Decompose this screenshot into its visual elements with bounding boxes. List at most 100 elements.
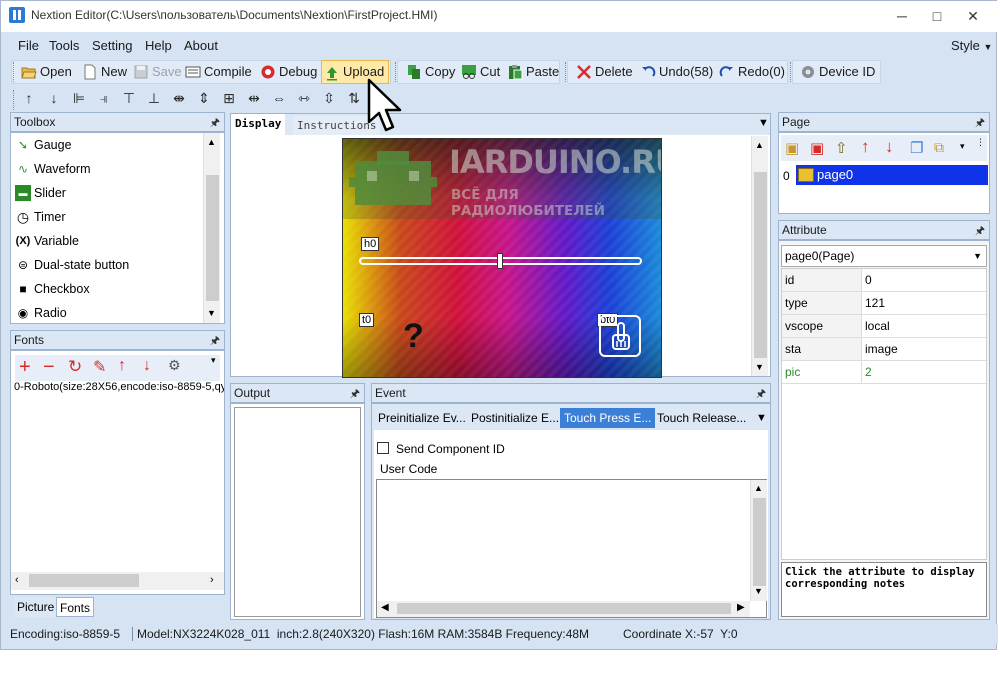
device-id-button[interactable]: Device ID — [798, 60, 875, 84]
attribute-value[interactable]: 0 — [865, 269, 872, 291]
replace-font-icon[interactable]: ↻ — [68, 357, 82, 377]
scroll-right-icon[interactable]: › — [210, 574, 214, 586]
pin-icon[interactable]: 🖈 — [756, 385, 766, 403]
add-font-icon[interactable]: + — [19, 355, 31, 379]
move-up-icon[interactable]: ↑ — [118, 357, 126, 375]
user-code-editor[interactable]: ▲ ▼ ◀ ▶ — [376, 479, 767, 618]
distribute-vertical-icon[interactable]: ⇅ — [345, 88, 363, 108]
delete-button[interactable]: Delete — [574, 60, 633, 84]
close-button[interactable]: ✕ — [956, 5, 990, 27]
move-down-icon[interactable]: ↓ — [885, 137, 894, 157]
scrollbar-thumb[interactable] — [397, 603, 731, 614]
scroll-down-icon[interactable]: ▼ — [754, 586, 763, 596]
insert-page-icon[interactable]: ⇧ — [835, 139, 848, 157]
tab-fonts[interactable]: Fonts — [56, 597, 95, 617]
same-height-icon[interactable]: ⇳ — [320, 88, 338, 108]
move-up-icon[interactable]: ↑ — [20, 88, 38, 108]
font-list-item[interactable]: 0-Roboto(size:28X56,encode:iso-8859-5,qy… — [14, 381, 224, 393]
tab-display[interactable]: Display — [231, 114, 286, 135]
output-log[interactable] — [234, 407, 361, 617]
pin-icon[interactable]: 🖈 — [350, 385, 360, 403]
scroll-up-icon[interactable]: ▲ — [755, 140, 764, 150]
code-vscrollbar[interactable]: ▲ ▼ — [750, 480, 767, 601]
scroll-up-icon[interactable]: ▲ — [754, 483, 763, 493]
font-generator-icon[interactable]: ⚙ — [168, 357, 181, 374]
scroll-left-icon[interactable]: ◀ — [381, 602, 389, 613]
save-button[interactable]: Save — [131, 60, 182, 84]
distribute-horizontal-icon[interactable]: ⇔ — [270, 88, 288, 108]
align-top-icon[interactable]: ⊤ — [120, 88, 138, 108]
attribute-value[interactable]: local — [865, 315, 890, 337]
page-list-item-page0[interactable]: page0 — [796, 165, 988, 185]
pin-icon[interactable]: 🖈 — [210, 114, 220, 132]
pin-icon[interactable]: 🖈 — [975, 114, 985, 132]
slider-thumb[interactable] — [497, 253, 503, 269]
toolbox-item-dual-state-button[interactable]: ⊜ Dual-state button — [15, 255, 129, 275]
tab-touch-release-event[interactable]: Touch Release... — [654, 408, 749, 428]
scrollbar-thumb[interactable] — [753, 498, 766, 586]
new-button[interactable]: New — [80, 60, 127, 84]
attribute-row-type[interactable]: type 121 — [782, 292, 988, 315]
menu-setting[interactable]: Setting — [92, 38, 132, 53]
remove-font-icon[interactable]: − — [43, 355, 55, 379]
copy-button[interactable]: Copy — [404, 60, 455, 84]
align-left-icon[interactable]: ⊫ — [70, 88, 88, 108]
menu-file[interactable]: File — [18, 38, 39, 53]
move-down-icon[interactable]: ↓ — [45, 88, 63, 108]
attribute-value[interactable]: 2 — [865, 361, 872, 383]
redo-button[interactable]: Redo(0) — [717, 60, 785, 84]
toolbox-item-slider[interactable]: ▬ Slider — [15, 183, 66, 203]
scroll-down-icon[interactable]: ▼ — [207, 308, 216, 318]
tab-postinitialize-event[interactable]: Postinitialize E... — [468, 408, 562, 428]
hmi-page-canvas[interactable]: IARDUINO.RU ВСЁ ДЛЯ РАДИОЛЮБИТЕЛЕЙ h0 t0… — [342, 138, 662, 378]
toolbox-item-checkbox[interactable]: ■ Checkbox — [15, 279, 89, 299]
fonts-toolbar-overflow-icon[interactable]: ▾ — [211, 355, 216, 366]
tab-preinitialize-event[interactable]: Preinitialize Ev... — [375, 408, 469, 428]
dual-state-button-bt0[interactable] — [599, 315, 641, 357]
paste-button[interactable]: Paste — [505, 60, 559, 84]
scroll-down-icon[interactable]: ▼ — [755, 362, 764, 372]
tab-touch-press-event[interactable]: Touch Press E... — [560, 408, 656, 428]
menu-about[interactable]: About — [184, 38, 218, 53]
pin-icon[interactable]: 🖈 — [975, 222, 985, 240]
import-page-icon[interactable]: ⧉ — [934, 139, 944, 156]
add-page-icon[interactable]: ▣ — [785, 139, 799, 157]
scroll-left-icon[interactable]: ‹ — [15, 574, 19, 586]
open-button[interactable]: Open — [19, 60, 72, 84]
send-component-id-checkbox[interactable] — [377, 442, 389, 454]
attribute-value[interactable]: 121 — [865, 292, 885, 314]
tab-picture[interactable]: Picture — [14, 597, 58, 617]
attribute-row-pic[interactable]: pic 2 — [782, 361, 988, 384]
undo-button[interactable]: Undo(58) — [638, 60, 713, 84]
tab-dropdown-icon[interactable]: ▼ — [758, 117, 769, 129]
align-right-icon[interactable]: ⫣ — [95, 88, 113, 108]
move-down-icon[interactable]: ↓ — [143, 357, 151, 375]
copy-page-icon[interactable]: ❐ — [910, 139, 923, 157]
attribute-row-sta[interactable]: sta image — [782, 338, 988, 361]
attribute-object-select[interactable]: page0(Page) ▼ — [781, 245, 987, 267]
center-horizontal-icon[interactable]: ⇼ — [170, 88, 188, 108]
distribute-spacing-icon[interactable]: ⇿ — [295, 88, 313, 108]
center-vertical-icon[interactable]: ⇕ — [195, 88, 213, 108]
toolbox-item-variable[interactable]: (X) Variable — [15, 231, 79, 251]
toolbox-item-radio[interactable]: ◉ Radio — [15, 303, 67, 323]
pin-icon[interactable]: 🖈 — [210, 332, 220, 350]
page-toolbar-dropdown-icon[interactable]: ▾ — [960, 141, 965, 152]
move-up-icon[interactable]: ↑ — [861, 137, 870, 157]
attribute-row-id[interactable]: id 0 — [782, 269, 988, 292]
scroll-right-icon[interactable]: ▶ — [737, 602, 745, 613]
toolbox-item-gauge[interactable]: ➘ Gauge — [15, 135, 72, 155]
page-toolbar-overflow-icon[interactable]: ⋮ — [976, 137, 985, 148]
toolbox-item-timer[interactable]: ◷ Timer — [15, 207, 66, 227]
attribute-row-vscope[interactable]: vscope local — [782, 315, 988, 338]
scrollbar-thumb[interactable] — [206, 175, 219, 301]
fonts-hscrollbar[interactable]: ‹ › — [11, 572, 224, 590]
align-bottom-icon[interactable]: ⊥ — [145, 88, 163, 108]
scrollbar-thumb[interactable] — [754, 172, 767, 358]
compile-button[interactable]: Compile — [183, 60, 252, 84]
display-scrollbar[interactable]: ▲ ▼ — [751, 136, 768, 376]
scroll-up-icon[interactable]: ▲ — [207, 137, 216, 147]
event-tabs-dropdown-icon[interactable]: ▼ — [756, 412, 767, 424]
text-component-t0[interactable]: ? — [403, 319, 424, 353]
cut-button[interactable]: Cut — [459, 60, 500, 84]
